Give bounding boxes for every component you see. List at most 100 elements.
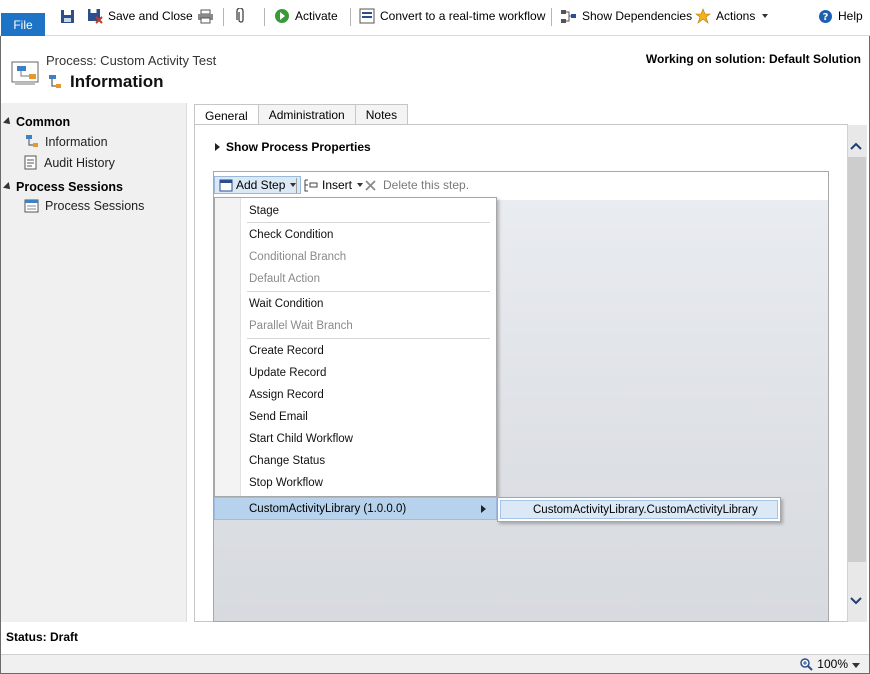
scroll-down-icon[interactable]	[849, 594, 863, 608]
chevron-down-icon	[357, 183, 364, 187]
expand-arrow-icon	[215, 143, 220, 151]
menu-item-update-record[interactable]: Update Record	[249, 367, 326, 379]
tab-administration[interactable]: Administration	[257, 104, 356, 125]
save-close-label: Save and Close	[108, 9, 193, 23]
menu-item-change-status[interactable]: Change Status	[249, 455, 325, 467]
menu-item-custom-activity-library[interactable]: CustomActivityLibrary (1.0.0.0)	[214, 497, 497, 520]
zoom-level: 100%	[817, 657, 848, 671]
show-props-label: Show Process Properties	[226, 140, 371, 154]
nav-section-label: Common	[16, 115, 71, 129]
nav-item-process-sessions[interactable]: Process Sessions	[24, 199, 144, 213]
print-button[interactable]	[197, 6, 214, 26]
process-sessions-icon	[24, 199, 39, 213]
menu-item-send-email[interactable]: Send Email	[249, 411, 308, 423]
show-dependencies-label: Show Dependencies	[582, 9, 693, 23]
chevron-down-icon[interactable]	[852, 663, 860, 668]
activate-label: Activate	[295, 9, 338, 23]
information-icon	[26, 135, 38, 147]
insert-icon	[304, 179, 318, 191]
menu-item-start-child-workflow[interactable]: Start Child Workflow	[249, 433, 353, 445]
actions-menu[interactable]: Actions	[695, 6, 769, 26]
information-icon	[47, 74, 63, 93]
menu-item-conditional-branch: Conditional Branch	[249, 251, 347, 263]
insert-label: Insert	[322, 178, 353, 192]
audit-history-icon	[24, 155, 37, 170]
ribbon-separator	[264, 8, 265, 26]
save-button[interactable]	[60, 6, 75, 26]
collapse-arrow-icon	[3, 182, 13, 192]
menu-item-assign-record[interactable]: Assign Record	[249, 389, 324, 401]
workflow-convert-icon	[359, 8, 375, 24]
convert-realtime-button[interactable]: Convert to a real-time workflow	[359, 6, 545, 26]
chevron-down-icon	[762, 14, 769, 18]
nav-section-common[interactable]: Common	[3, 115, 71, 129]
actions-icon	[695, 8, 711, 24]
nav-item-information[interactable]: Information	[24, 134, 108, 149]
nav-item-audit-history[interactable]: Audit History	[24, 155, 115, 170]
zoom-icon	[800, 657, 814, 671]
tab-general[interactable]: General	[194, 104, 259, 126]
add-step-label: Add Step	[236, 178, 286, 192]
ribbon-separator	[223, 8, 224, 26]
scrollbar-thumb[interactable]	[848, 157, 866, 562]
ribbon-separator	[350, 8, 351, 26]
nav-section-label: Process Sessions	[16, 180, 124, 194]
activate-button[interactable]: Activate	[274, 6, 338, 26]
nav-section-process-sessions[interactable]: Process Sessions	[3, 180, 124, 194]
status-text: Status: Draft	[6, 630, 79, 644]
paperclip-icon	[236, 8, 244, 23]
show-dependencies-button[interactable]: Show Dependencies	[560, 6, 692, 26]
help-icon: ?	[819, 9, 832, 23]
add-step-menu: Stage Check Condition Conditional Branch…	[214, 197, 497, 497]
menu-separator	[247, 338, 490, 339]
toolbar-separator	[296, 178, 297, 193]
scroll-up-icon[interactable]	[849, 139, 863, 153]
menu-item-stop-workflow[interactable]: Stop Workflow	[249, 477, 323, 489]
menu-item-parallel-wait-branch: Parallel Wait Branch	[249, 320, 353, 332]
menu-item-default-action: Default Action	[249, 273, 320, 285]
delete-step-label: Delete this step.	[383, 178, 470, 192]
page-title: Information	[70, 72, 164, 91]
status-bar	[1, 654, 869, 673]
attach-button[interactable]	[236, 6, 246, 26]
collapse-arrow-icon	[3, 117, 13, 127]
flyout-item-custom-activity[interactable]: CustomActivityLibrary.CustomActivityLibr…	[500, 500, 778, 519]
nav-item-label: Process Sessions	[45, 199, 145, 213]
nav-item-label: Audit History	[44, 155, 115, 170]
add-step-icon	[219, 179, 233, 191]
insert-button[interactable]: Insert	[303, 176, 364, 194]
dependencies-icon	[561, 9, 576, 23]
process-subtitle: Process: Custom Activity Test	[46, 53, 217, 68]
svg-text:?: ?	[823, 12, 829, 23]
delete-step-button[interactable]: Delete this step.	[364, 176, 469, 194]
help-label: Help	[838, 9, 863, 23]
file-button[interactable]: File	[1, 13, 45, 36]
zoom-control[interactable]: 100%	[800, 657, 848, 671]
submenu-arrow-icon	[481, 505, 486, 513]
menu-item-stage[interactable]: Stage	[249, 205, 279, 217]
menu-item-create-record[interactable]: Create Record	[249, 345, 324, 357]
tab-notes[interactable]: Notes	[354, 104, 409, 125]
activate-icon	[275, 9, 289, 23]
ribbon-separator	[551, 8, 552, 26]
menu-item-wait-condition[interactable]: Wait Condition	[249, 298, 323, 310]
process-entity-icon	[11, 61, 39, 90]
form-tabs: General Administration Notes	[194, 104, 409, 126]
help-menu[interactable]: ? Help	[818, 6, 870, 26]
save-icon	[61, 9, 74, 23]
delete-icon	[365, 179, 376, 191]
menu-separator	[247, 291, 490, 292]
menu-item-label: CustomActivityLibrary (1.0.0.0)	[249, 502, 407, 515]
actions-label: Actions	[716, 9, 756, 23]
convert-label: Convert to a real-time workflow	[380, 9, 546, 23]
custom-library-flyout: CustomActivityLibrary.CustomActivityLibr…	[497, 497, 781, 522]
show-process-properties[interactable]: Show Process Properties	[215, 140, 371, 154]
file-label: File	[13, 17, 33, 32]
add-step-button[interactable]: Add Step	[214, 176, 302, 194]
save-close-icon	[88, 9, 103, 24]
menu-item-check-condition[interactable]: Check Condition	[249, 229, 333, 241]
save-and-close-button[interactable]: Save and Close	[87, 6, 193, 26]
printer-icon	[198, 9, 213, 23]
solution-indicator: Working on solution: Default Solution	[645, 52, 861, 66]
nav-item-label: Information	[45, 134, 108, 149]
